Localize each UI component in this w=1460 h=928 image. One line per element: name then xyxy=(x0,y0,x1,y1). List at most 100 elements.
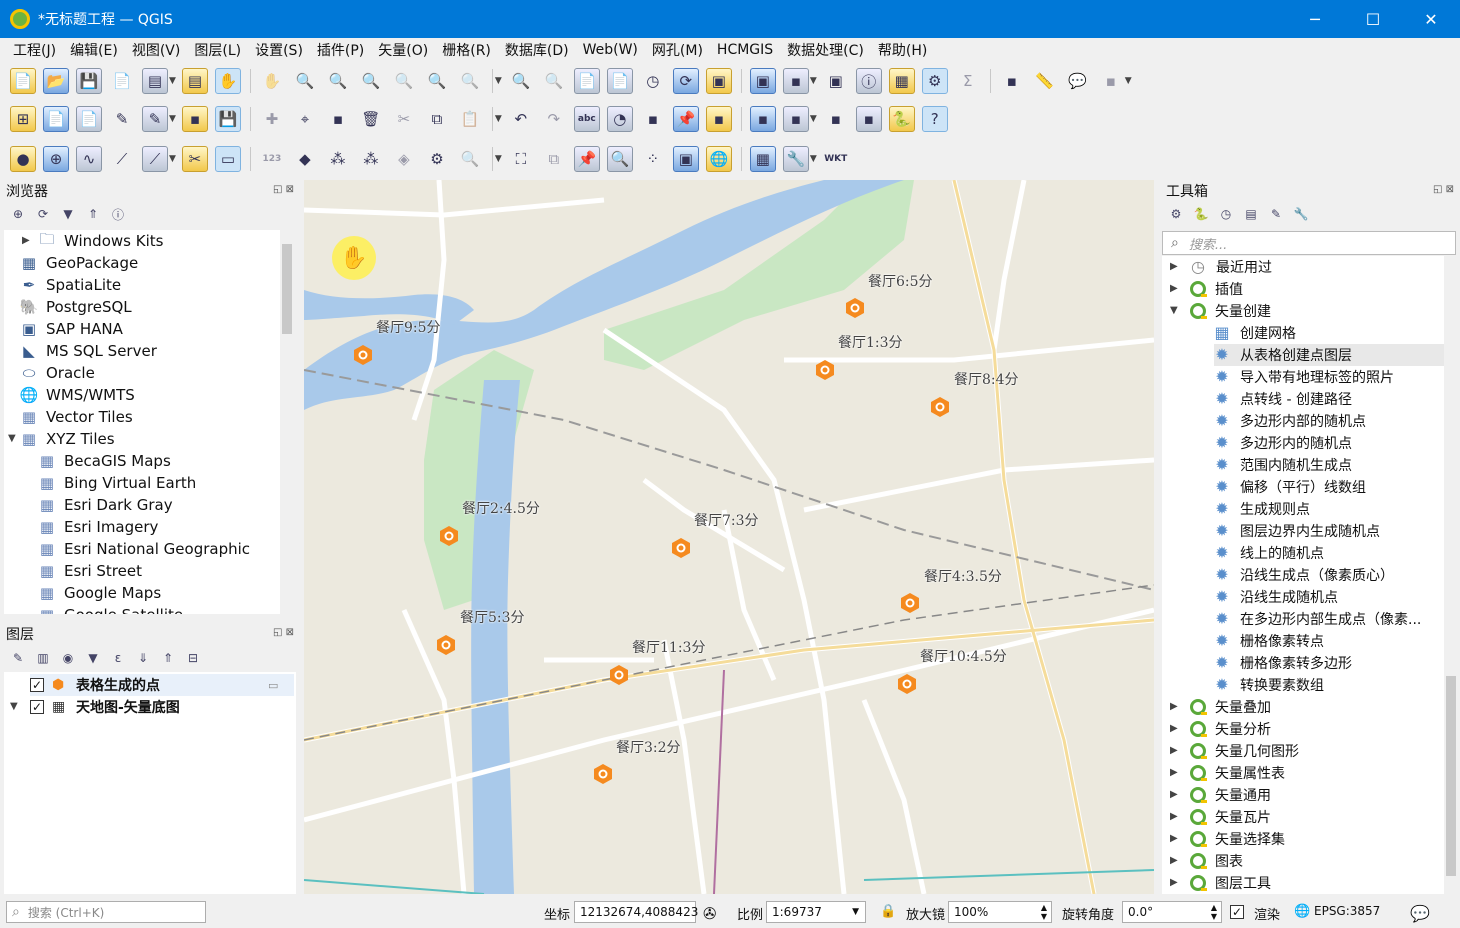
render-checkbox[interactable]: ✓ xyxy=(1230,905,1244,919)
add-selected-layer-icon[interactable]: ⊕ xyxy=(10,206,26,222)
refresh-icon[interactable]: ⟳ xyxy=(35,206,51,222)
select-by-value-icon[interactable]: ▣ xyxy=(749,68,776,94)
temporal-controller-icon[interactable]: ◷ xyxy=(640,68,666,94)
globe-icon[interactable]: 🌐 xyxy=(705,146,732,172)
new-geopackage-layer-icon[interactable]: 📄 xyxy=(43,106,69,132)
layer-visibility-checkbox[interactable]: ✓ xyxy=(30,678,44,692)
plugin-globe-icon[interactable]: ▪ xyxy=(855,106,882,132)
toggle-edit-icon[interactable]: ▪ xyxy=(181,106,208,132)
expand-arrow-icon[interactable]: ▶ xyxy=(1170,283,1178,294)
browser-item[interactable]: ▦ Esri Imagery xyxy=(38,516,159,538)
restaurant-marker-icon[interactable] xyxy=(438,525,460,547)
python-icon[interactable]: 🐍 xyxy=(888,106,915,132)
label-tool-icon[interactable]: abc xyxy=(573,106,600,132)
panel-float-close-icon[interactable]: ◱ ⊠ xyxy=(1433,184,1454,195)
expand-arrow-icon[interactable]: ▶ xyxy=(1170,811,1178,822)
browser-item[interactable]: ▦ Esri National Geographic xyxy=(38,538,250,560)
scatter-icon[interactable]: ⁘ xyxy=(640,146,666,172)
rotate-label-icon[interactable]: ▪ xyxy=(782,106,809,132)
rotation-spinbox[interactable]: 0.0° ▲ ▼ xyxy=(1122,901,1222,923)
zoom-next-icon[interactable]: 🔍 xyxy=(541,68,567,94)
zoom-in-icon[interactable]: 🔍 xyxy=(292,68,318,94)
change-label-icon[interactable]: ▪ xyxy=(823,106,849,132)
map-canvas[interactable]: 餐厅9:5分 餐厅6:5分 餐厅1:3分 餐厅8:4分 餐厅2:4.5分 餐厅7:3分 餐厅… xyxy=(304,180,1154,894)
collapse-all-icon[interactable]: ⇑ xyxy=(85,206,101,222)
provider-group[interactable]: 矢量瓦片 xyxy=(1190,806,1271,828)
split-tool-icon[interactable]: ✂ xyxy=(181,146,208,172)
new-3d-view-icon[interactable]: 📄 xyxy=(606,68,633,94)
crs-button[interactable]: EPSG:3857 xyxy=(1314,904,1380,918)
collapse-arrow-icon[interactable]: ▼ xyxy=(1170,305,1178,316)
toggle-extents-icon[interactable]: ✇ xyxy=(703,904,716,923)
algorithm-item[interactable]: ✹ 在多边形内部生成点（像素... xyxy=(1214,608,1421,630)
restaurant-marker-icon[interactable] xyxy=(814,359,836,381)
grid-icon[interactable]: ▦ xyxy=(749,146,776,172)
annotation-icon[interactable]: 💬 xyxy=(1065,68,1091,94)
menu-item-11[interactable]: HCMGIS xyxy=(710,42,780,58)
add-feature-icon[interactable]: ✚ xyxy=(259,106,285,132)
algorithm-item[interactable]: ✹ 范围内随机生成点 xyxy=(1214,454,1352,476)
browser-scrollbar[interactable] xyxy=(280,230,294,614)
magnifier-spinbox[interactable]: 100% ▲ ▼ xyxy=(948,901,1052,923)
statistics-icon[interactable]: Σ xyxy=(955,68,981,94)
expand-all-icon[interactable]: ⇓ xyxy=(135,650,151,666)
results-viewer-icon[interactable]: ▤ xyxy=(1243,206,1259,222)
save-edits-icon[interactable]: 💾 xyxy=(214,106,241,132)
restaurant-marker-icon[interactable] xyxy=(844,297,866,319)
chevron-down-icon[interactable]: ▼ xyxy=(495,154,502,164)
shape-tool-icon[interactable]: ◆ xyxy=(292,146,318,172)
snap-tolerance-icon[interactable]: ⁂ xyxy=(358,146,384,172)
algorithm-item[interactable]: ✹ 多边形内的随机点 xyxy=(1214,432,1352,454)
algorithm-item[interactable]: ✹ 沿线生成随机点 xyxy=(1214,586,1338,608)
algorithm-item[interactable]: ✹ 生成规则点 xyxy=(1214,498,1310,520)
filter-icon[interactable]: ▼ xyxy=(60,206,76,222)
messages-icon[interactable]: 💬 xyxy=(1410,904,1430,923)
panel-float-close-icon[interactable]: ◱ ⊠ xyxy=(273,184,294,195)
expand-arrow-icon[interactable]: ▶ xyxy=(22,235,30,246)
browser-item[interactable]: ✒ SpatiaLite xyxy=(20,274,121,296)
browser-item[interactable]: ▦ Bing Virtual Earth xyxy=(38,472,196,494)
restaurant-marker-icon[interactable] xyxy=(592,763,614,785)
lock-scale-icon[interactable]: 🔒 xyxy=(880,904,896,919)
zoom-to-layer-icon[interactable]: 🔍 xyxy=(424,68,450,94)
collapse-all-icon[interactable]: ⇑ xyxy=(160,650,176,666)
provider-group[interactable]: ◷ 最近用过 xyxy=(1190,256,1272,278)
toolbox-icon[interactable]: ⚙ xyxy=(921,68,948,94)
expand-arrow-icon[interactable]: ▶ xyxy=(1170,833,1178,844)
select-by-location-icon[interactable]: ▣ xyxy=(823,68,849,94)
scale-select[interactable]: 1:69737 ▼ xyxy=(766,901,866,923)
wrench-icon[interactable]: 🔧 xyxy=(782,146,809,172)
menu-item-13[interactable]: 帮助(H) xyxy=(871,40,934,60)
browser-item[interactable]: ▦ GeoPackage xyxy=(20,252,138,274)
maximize-button[interactable]: ☐ xyxy=(1344,0,1402,38)
chevron-down-icon[interactable]: ▼ xyxy=(810,76,817,86)
layer-stack-icon[interactable]: ◈ xyxy=(391,146,417,172)
collapse-arrow-icon[interactable]: ▼ xyxy=(8,433,16,444)
provider-group[interactable]: 矢量分析 xyxy=(1190,718,1271,740)
menu-item-12[interactable]: 数据处理(C) xyxy=(780,40,871,60)
restaurant-marker-icon[interactable] xyxy=(899,592,921,614)
algorithm-item[interactable]: ✹ 图层边界内生成随机点 xyxy=(1214,520,1380,542)
expand-arrow-icon[interactable]: ▶ xyxy=(1170,855,1178,866)
new-virtual-layer-icon[interactable]: 📄 xyxy=(76,106,102,132)
menu-item-0[interactable]: 工程(J) xyxy=(6,40,63,60)
refresh-icon[interactable]: ⟳ xyxy=(672,68,699,94)
chevron-down-icon[interactable]: ▼ xyxy=(495,76,502,86)
browser-item[interactable]: ▦ BecaGIS Maps xyxy=(38,450,171,472)
copy-icon[interactable]: ⧉ xyxy=(424,106,450,132)
menu-item-10[interactable]: 网孔(M) xyxy=(645,40,710,60)
minimize-button[interactable]: ─ xyxy=(1286,0,1344,38)
wkt-icon[interactable]: WKT xyxy=(823,146,849,172)
zoom-point-icon[interactable]: 🔍 xyxy=(606,146,633,172)
layer-item[interactable]: ✓ ▦ 天地图-矢量底图 xyxy=(30,696,180,718)
browser-item[interactable]: ▦ XYZ Tiles xyxy=(20,428,115,450)
style-manager-icon[interactable]: ▤ xyxy=(181,68,208,94)
chevron-down-icon[interactable]: ▼ xyxy=(810,154,817,164)
browser-item[interactable]: 🌐 WMS/WMTS xyxy=(20,384,135,406)
pan-icon[interactable]: ✋ xyxy=(214,68,241,94)
save-project-icon[interactable]: 💾 xyxy=(76,68,102,94)
algorithm-item[interactable]: ✹ 点转线 - 创建路径 xyxy=(1214,388,1352,410)
filter-expression-icon[interactable]: ε xyxy=(110,650,126,666)
style-panel-icon[interactable]: ✎ xyxy=(10,650,26,666)
pin-icon[interactable]: 📌 xyxy=(573,146,600,172)
